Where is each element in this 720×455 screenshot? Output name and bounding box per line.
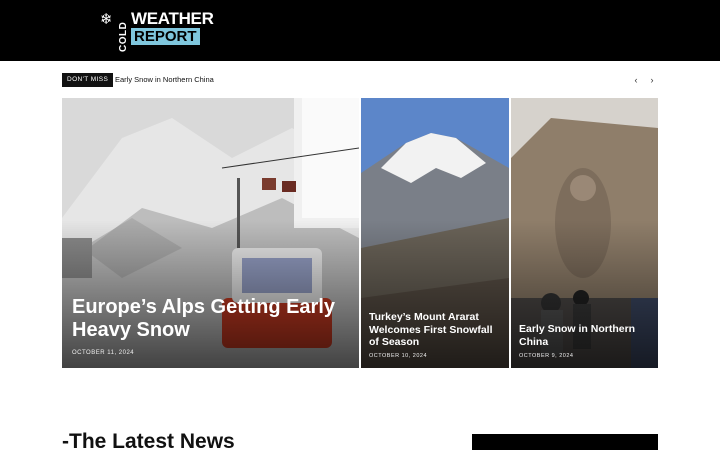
site-header: ❄ COLD WEATHER REPORT	[0, 0, 720, 61]
logo-cold-text: COLD	[118, 21, 129, 52]
dont-miss-badge: DON'T MISS	[62, 73, 114, 87]
chevron-right-icon[interactable]: ›	[646, 73, 658, 87]
featured-card-ararat[interactable]: Turkey’s Mount Ararat Welcomes First Sno…	[361, 98, 509, 368]
featured-title[interactable]: Europe’s Alps Getting Early Heavy Snow	[72, 296, 357, 342]
featured-date: OCTOBER 10, 2024	[369, 353, 428, 359]
featured-title[interactable]: Early Snow in Northern China	[519, 323, 654, 348]
featured-card-alps[interactable]: Europe’s Alps Getting Early Heavy Snow O…	[62, 98, 359, 368]
logo-report-text: REPORT	[131, 28, 200, 45]
ticker-headline-link[interactable]: Early Snow in Northern China	[115, 73, 214, 87]
featured-date: OCTOBER 11, 2024	[72, 350, 135, 356]
card-gradient	[62, 219, 359, 368]
snowflake-icon: ❄	[100, 11, 113, 28]
site-logo[interactable]: ❄ COLD WEATHER REPORT	[100, 9, 214, 53]
chevron-left-icon[interactable]: ‹	[630, 73, 642, 87]
logo-cold-wrap: COLD	[114, 22, 129, 72]
featured-card-china[interactable]: Early Snow in Northern China OCTOBER 9, …	[511, 98, 658, 368]
featured-date: OCTOBER 9, 2024	[519, 353, 574, 359]
featured-title[interactable]: Turkey’s Mount Ararat Welcomes First Sno…	[369, 311, 504, 349]
sidebar-block	[472, 434, 658, 450]
logo-weather-text: WEATHER	[131, 9, 214, 28]
latest-news-heading: -The Latest News	[62, 430, 235, 453]
